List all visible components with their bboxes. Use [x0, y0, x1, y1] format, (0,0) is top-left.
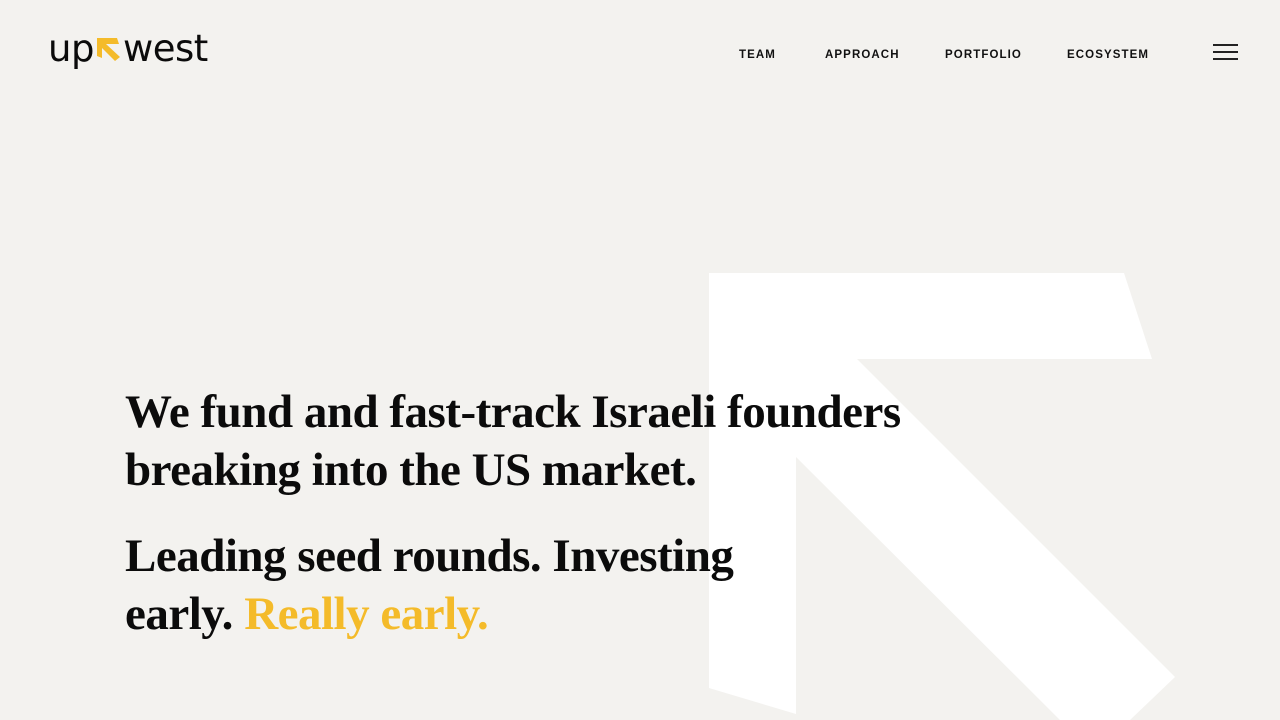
hamburger-menu-icon[interactable] — [1213, 42, 1239, 62]
site-header: up west TEAM APPROACH PORTFOLIO ECOSYSTE… — [0, 0, 1280, 100]
hero-subheadline-accent: Really early. — [244, 588, 489, 640]
nav-item-portfolio[interactable]: PORTFOLIO — [945, 47, 1022, 63]
menu-line — [1213, 51, 1238, 53]
hero-subheadline: Leading seed rounds. Investing early. Re… — [125, 527, 765, 643]
nav-item-ecosystem[interactable]: ECOSYSTEM — [1067, 47, 1149, 63]
main-nav: TEAM APPROACH PORTFOLIO ECOSYSTEM — [0, 47, 1280, 65]
hero-section: We fund and fast-track Israeli founders … — [125, 383, 985, 643]
menu-line — [1213, 44, 1238, 46]
nav-item-approach[interactable]: APPROACH — [825, 47, 900, 63]
nav-item-team[interactable]: TEAM — [739, 47, 776, 63]
page: up west TEAM APPROACH PORTFOLIO ECOSYSTE… — [0, 0, 1280, 720]
menu-line — [1213, 58, 1238, 60]
hero-headline: We fund and fast-track Israeli founders … — [125, 386, 901, 496]
